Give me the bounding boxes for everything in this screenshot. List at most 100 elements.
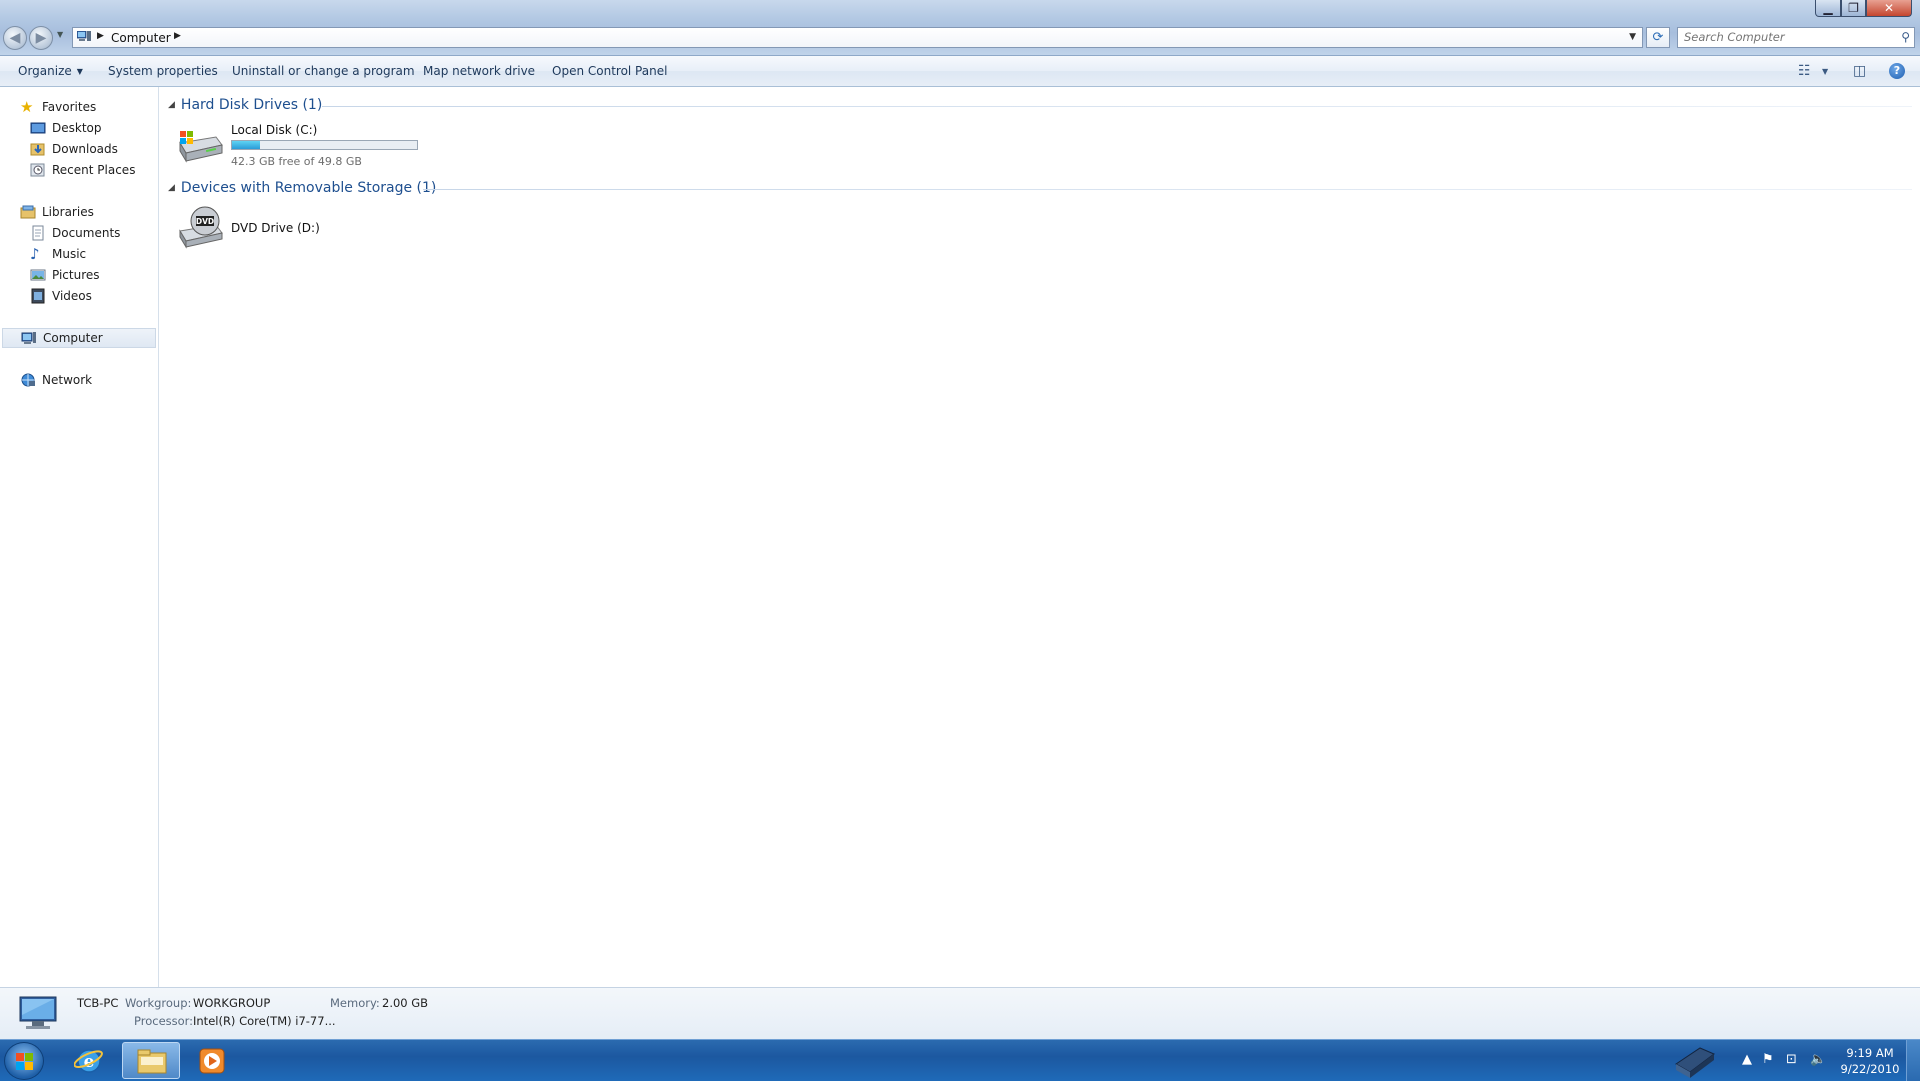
system-properties-button[interactable]: System properties — [108, 64, 218, 78]
content-pane: ◢ Hard Disk Drives (1) Local Disk (C:) 4… — [160, 87, 1920, 987]
uninstall-program-button[interactable]: Uninstall or change a program — [232, 64, 415, 78]
close-button[interactable]: ✕ — [1866, 0, 1912, 17]
drive-local-disk-c[interactable]: Local Disk (C:) 42.3 GB free of 49.8 GB — [176, 123, 436, 173]
breadcrumb-computer[interactable]: Computer — [111, 31, 171, 45]
sidebar-item-documents[interactable]: Documents — [30, 223, 120, 243]
music-icon: ♪ — [30, 245, 40, 263]
computer-icon — [77, 31, 91, 41]
drive-usage-fill — [232, 141, 260, 149]
breadcrumb-separator[interactable]: ▶ — [97, 31, 104, 41]
system-clock[interactable]: 9:19 AM 9/22/2010 — [1840, 1045, 1900, 1077]
group-header-hard-disk-drives[interactable]: ◢ Hard Disk Drives (1) — [168, 97, 322, 113]
pictures-icon — [30, 267, 46, 283]
sidebar-item-pictures[interactable]: Pictures — [30, 265, 100, 285]
drive-name: Local Disk (C:) — [231, 123, 318, 137]
sidebar-item-downloads[interactable]: Downloads — [30, 139, 118, 159]
workgroup-value: WORKGROUP — [193, 996, 271, 1010]
memory-value: 2.00 GB — [382, 996, 429, 1010]
sidebar-item-videos[interactable]: Videos — [30, 286, 92, 306]
view-options-dropdown-icon[interactable]: ▼ — [1822, 67, 1828, 76]
taskbar-internet-explorer[interactable]: e — [60, 1042, 118, 1079]
recent-pages-dropdown[interactable]: ▼ — [57, 30, 63, 39]
back-button[interactable]: ◀ — [3, 26, 27, 50]
recent-places-icon — [30, 162, 46, 178]
group-header-removable-storage[interactable]: ◢ Devices with Removable Storage (1) — [168, 180, 436, 196]
book-icon[interactable] — [1670, 1042, 1720, 1080]
drive-free-space: 42.3 GB free of 49.8 GB — [231, 155, 362, 168]
taskbar-media-player[interactable] — [184, 1042, 242, 1079]
sidebar-item-network[interactable]: Network — [20, 370, 92, 390]
forward-button[interactable]: ▶ — [29, 26, 53, 50]
map-network-drive-button[interactable]: Map network drive — [423, 64, 535, 78]
sidebar-item-label: Pictures — [52, 268, 100, 282]
sidebar-item-libraries[interactable]: Libraries — [20, 202, 94, 222]
documents-icon — [30, 225, 46, 241]
sidebar-item-label: Desktop — [52, 121, 102, 135]
command-bar: Organize ▼ System properties Uninstall or… — [0, 56, 1920, 87]
sidebar-item-label: Network — [42, 373, 93, 387]
address-bar[interactable]: ▶ Computer ▶ ▼ — [72, 27, 1643, 48]
taskbar-windows-explorer[interactable] — [122, 1042, 180, 1079]
media-player-icon — [199, 1048, 225, 1074]
sidebar-item-label: Music — [52, 247, 87, 261]
sidebar-item-label: Recent Places — [52, 163, 136, 177]
title-bar: ▁ ❐ ✕ ◀ ▶ ▼ ▶ Computer ▶ ▼ ⟳ ⚲ — [0, 0, 1920, 56]
start-button[interactable] — [4, 1042, 44, 1080]
star-icon: ★ — [20, 98, 34, 116]
sidebar-item-favorites[interactable]: ★ Favorites — [20, 97, 96, 117]
processor-value: Intel(R) Core(TM) i7-77... — [193, 1014, 336, 1028]
computer-name: TCB-PC — [77, 996, 119, 1010]
sidebar-item-music[interactable]: ♪ Music — [30, 244, 86, 264]
maximize-button[interactable]: ❐ — [1841, 0, 1866, 17]
collapse-triangle-icon[interactable]: ◢ — [168, 183, 175, 193]
processor-label: Processor: — [134, 1014, 194, 1028]
drive-name: DVD Drive (D:) — [231, 221, 320, 235]
sidebar-item-label: Computer — [43, 331, 103, 345]
group-title: Hard Disk Drives (1) — [180, 97, 323, 113]
refresh-button[interactable]: ⟳ — [1646, 27, 1670, 48]
videos-icon — [30, 288, 46, 304]
search-box[interactable]: ⚲ — [1677, 27, 1915, 48]
network-status-icon[interactable]: ⊡ — [1786, 1052, 1797, 1067]
dvd-icon-label: DVD — [196, 217, 214, 226]
drive-usage-bar — [231, 140, 418, 150]
internet-explorer-icon: e — [74, 1049, 103, 1073]
computer-icon — [21, 330, 37, 346]
drive-dvd-d[interactable]: DVD DVD Drive (D:) — [176, 205, 376, 253]
address-dropdown-icon[interactable]: ▼ — [1629, 32, 1636, 42]
navigation-pane: ★ Favorites Desktop Downloads Recent Pla… — [0, 87, 159, 987]
search-input[interactable] — [1684, 29, 1884, 45]
group-divider — [423, 189, 1912, 190]
clock-date: 9/22/2010 — [1840, 1062, 1900, 1076]
organize-label: Organize — [18, 64, 72, 78]
sidebar-item-desktop[interactable]: Desktop — [30, 118, 102, 138]
network-icon — [20, 372, 36, 388]
breadcrumb-separator[interactable]: ▶ — [174, 31, 181, 41]
chevron-down-icon: ▼ — [76, 67, 83, 76]
change-view-icon[interactable]: ☷ — [1798, 63, 1811, 79]
preview-pane-icon[interactable]: ◫ — [1853, 63, 1866, 79]
volume-icon[interactable]: 🔈 — [1810, 1052, 1826, 1067]
downloads-folder-icon — [30, 141, 46, 157]
collapse-triangle-icon[interactable]: ◢ — [168, 100, 175, 110]
computer-large-icon — [19, 996, 57, 1029]
show-desktop-button[interactable] — [1906, 1040, 1920, 1081]
search-icon[interactable]: ⚲ — [1901, 30, 1910, 44]
sidebar-item-recent-places[interactable]: Recent Places — [30, 160, 135, 180]
dvd-drive-icon: DVD — [179, 206, 223, 249]
sidebar-item-label: Libraries — [42, 205, 94, 219]
clock-time: 9:19 AM — [1846, 1046, 1894, 1060]
workgroup-label: Workgroup: — [125, 996, 192, 1010]
action-center-flag-icon[interactable]: ⚑ — [1762, 1052, 1774, 1067]
forward-arrow-icon: ▶ — [35, 30, 47, 46]
organize-button[interactable]: Organize ▼ — [18, 64, 83, 78]
open-control-panel-button[interactable]: Open Control Panel — [552, 64, 667, 78]
minimize-button[interactable]: ▁ — [1815, 0, 1841, 17]
show-hidden-icons-icon[interactable]: ▲ — [1742, 1052, 1752, 1067]
sidebar-item-label: Downloads — [52, 142, 118, 156]
desktop-icon — [30, 120, 46, 136]
help-icon[interactable]: ? — [1889, 63, 1905, 79]
hard-drive-icon — [179, 131, 223, 163]
sidebar-item-computer[interactable]: Computer — [2, 328, 156, 348]
refresh-icon: ⟳ — [1652, 30, 1664, 45]
